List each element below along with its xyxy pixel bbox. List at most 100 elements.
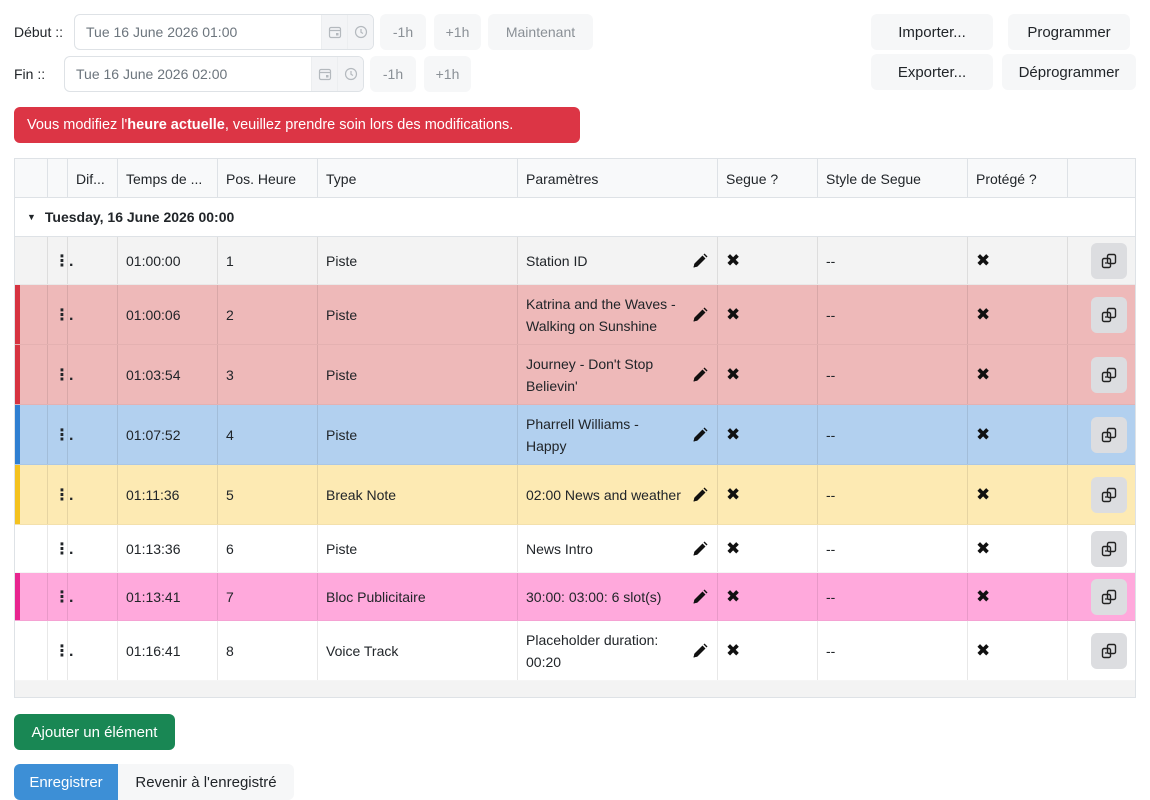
x-mark-icon[interactable]: ✖	[976, 425, 990, 445]
now-button[interactable]: Maintenant	[488, 14, 593, 50]
day-group-header[interactable]: ▼ Tuesday, 16 June 2026 00:00	[15, 198, 1135, 237]
params-text: Pharrell Williams - Happy	[526, 415, 639, 454]
params-cell: Pharrell Williams - Happy	[517, 405, 717, 464]
end-minus-hour-button[interactable]: -1h	[370, 56, 416, 92]
diff-cell	[67, 621, 117, 680]
caret-down-icon[interactable]: ▼	[27, 212, 36, 222]
x-mark-icon[interactable]: ✖	[726, 425, 740, 445]
drag-handle-icon[interactable]: ⋮.	[47, 525, 73, 572]
table-row[interactable]: ⋮. 01:16:41 8 Voice Track Placeholder durati…	[15, 621, 1135, 681]
time-cell: 01:00:00	[117, 237, 217, 284]
segue-style-cell: --	[817, 345, 967, 404]
segue-cell: ✖	[717, 345, 817, 404]
table-row[interactable]: ⋮. 01:07:52 4 Piste Pharrell Williams - Happ…	[15, 405, 1135, 465]
type-cell: Piste	[317, 525, 517, 572]
col-time[interactable]: Temps de ...	[117, 159, 217, 198]
revert-button[interactable]: Revenir à l'enregistré	[118, 764, 294, 800]
drag-handle-icon[interactable]: ⋮.	[47, 285, 73, 344]
end-label: Fin ::	[14, 66, 46, 82]
table-row-partial[interactable]	[15, 681, 1135, 697]
pos-text: 1	[226, 252, 234, 269]
col-segue[interactable]: Segue ?	[717, 159, 817, 198]
table-row[interactable]: ⋮. 01:00:06 2 Piste Katrina and the Waves - …	[15, 285, 1135, 345]
col-diff[interactable]: Dif...	[67, 159, 117, 198]
pencil-icon[interactable]	[691, 588, 709, 606]
time-text: 01:11:36	[126, 486, 180, 503]
save-button[interactable]: Enregistrer	[14, 764, 118, 800]
pencil-icon[interactable]	[691, 252, 709, 270]
table-row[interactable]: ⋮. 01:13:36 6 Piste News Intro ✖ -- ✖	[15, 525, 1135, 573]
copy-icon[interactable]	[1091, 243, 1127, 279]
protected-cell: ✖	[967, 405, 1067, 464]
x-mark-icon[interactable]: ✖	[726, 539, 740, 559]
pencil-icon[interactable]	[691, 540, 709, 558]
unschedule-button[interactable]: Déprogrammer	[1002, 54, 1136, 90]
start-minus-hour-button[interactable]: -1h	[380, 14, 426, 50]
drag-handle-icon[interactable]: ⋮.	[47, 465, 73, 524]
end-datetime-field[interactable]: Tue 16 June 2026 02:00	[64, 56, 364, 92]
copy-icon[interactable]	[1091, 633, 1127, 669]
col-hour-position[interactable]: Pos. Heure	[217, 159, 317, 198]
drag-handle-icon[interactable]: ⋮.	[47, 573, 73, 620]
drag-handle-icon[interactable]: ⋮.	[47, 621, 73, 680]
params-cell: 30:00: 03:00: 6 slot(s)	[517, 573, 717, 620]
start-plus-hour-button[interactable]: +1h	[434, 14, 481, 50]
import-button[interactable]: Importer...	[871, 14, 993, 50]
copy-icon[interactable]	[1091, 531, 1127, 567]
drag-handle-icon[interactable]: ⋮.	[47, 237, 73, 284]
type-text: Piste	[326, 366, 358, 383]
col-parameters[interactable]: Paramètres	[517, 159, 717, 198]
row-color-stripe	[15, 405, 20, 464]
table-header: Dif... Temps de ... Pos. Heure Type Para…	[15, 159, 1135, 198]
add-item-button[interactable]: Ajouter un élément	[14, 714, 175, 750]
end-plus-hour-button[interactable]: +1h	[424, 56, 471, 92]
schedule-button[interactable]: Programmer	[1008, 14, 1130, 50]
drag-handle-icon[interactable]: ⋮.	[47, 405, 73, 464]
col-actions	[1067, 159, 1135, 198]
table-row[interactable]: ⋮. 01:11:36 5 Break Note 02:00 News and weat…	[15, 465, 1135, 525]
pencil-icon[interactable]	[691, 426, 709, 444]
pencil-icon[interactable]	[691, 366, 709, 384]
pencil-icon[interactable]	[691, 642, 709, 660]
col-type[interactable]: Type	[317, 159, 517, 198]
x-mark-icon[interactable]: ✖	[726, 251, 740, 271]
x-mark-icon[interactable]: ✖	[726, 485, 740, 505]
clock-icon[interactable]	[337, 57, 363, 91]
copy-icon[interactable]	[1091, 477, 1127, 513]
export-button[interactable]: Exporter...	[871, 54, 993, 90]
start-datetime-field[interactable]: Tue 16 June 2026 01:00	[74, 14, 374, 50]
calendar-icon[interactable]	[311, 57, 337, 91]
x-mark-icon[interactable]: ✖	[976, 485, 990, 505]
protected-cell: ✖	[967, 573, 1067, 620]
col-protected[interactable]: Protégé ?	[967, 159, 1067, 198]
x-mark-icon[interactable]: ✖	[976, 365, 990, 385]
col-segue-style[interactable]: Style de Segue	[817, 159, 967, 198]
type-cell: Piste	[317, 237, 517, 284]
clock-icon[interactable]	[347, 15, 373, 49]
pos-cell: 6	[217, 525, 317, 572]
table-row[interactable]: ⋮. 01:00:00 1 Piste Station ID ✖ -- ✖	[15, 237, 1135, 285]
pos-text: 2	[226, 306, 234, 323]
copy-icon[interactable]	[1091, 417, 1127, 453]
segue-cell: ✖	[717, 525, 817, 572]
copy-icon[interactable]	[1091, 357, 1127, 393]
diff-cell	[67, 285, 117, 344]
table-row[interactable]: ⋮. 01:03:54 3 Piste Journey - Don't Stop Bel…	[15, 345, 1135, 405]
pencil-icon[interactable]	[691, 306, 709, 324]
x-mark-icon[interactable]: ✖	[726, 587, 740, 607]
drag-handle-icon[interactable]: ⋮.	[47, 345, 73, 404]
x-mark-icon[interactable]: ✖	[726, 305, 740, 325]
copy-icon[interactable]	[1091, 579, 1127, 615]
calendar-icon[interactable]	[321, 15, 347, 49]
x-mark-icon[interactable]: ✖	[976, 539, 990, 559]
params-text: 30:00: 03:00: 6 slot(s)	[526, 588, 662, 605]
x-mark-icon[interactable]: ✖	[726, 365, 740, 385]
table-row[interactable]: ⋮. 01:13:41 7 Bloc Publicitaire 30:00: 03:00…	[15, 573, 1135, 621]
x-mark-icon[interactable]: ✖	[976, 305, 990, 325]
x-mark-icon[interactable]: ✖	[976, 641, 990, 661]
x-mark-icon[interactable]: ✖	[726, 641, 740, 661]
x-mark-icon[interactable]: ✖	[976, 587, 990, 607]
pencil-icon[interactable]	[691, 486, 709, 504]
x-mark-icon[interactable]: ✖	[976, 251, 990, 271]
copy-icon[interactable]	[1091, 297, 1127, 333]
